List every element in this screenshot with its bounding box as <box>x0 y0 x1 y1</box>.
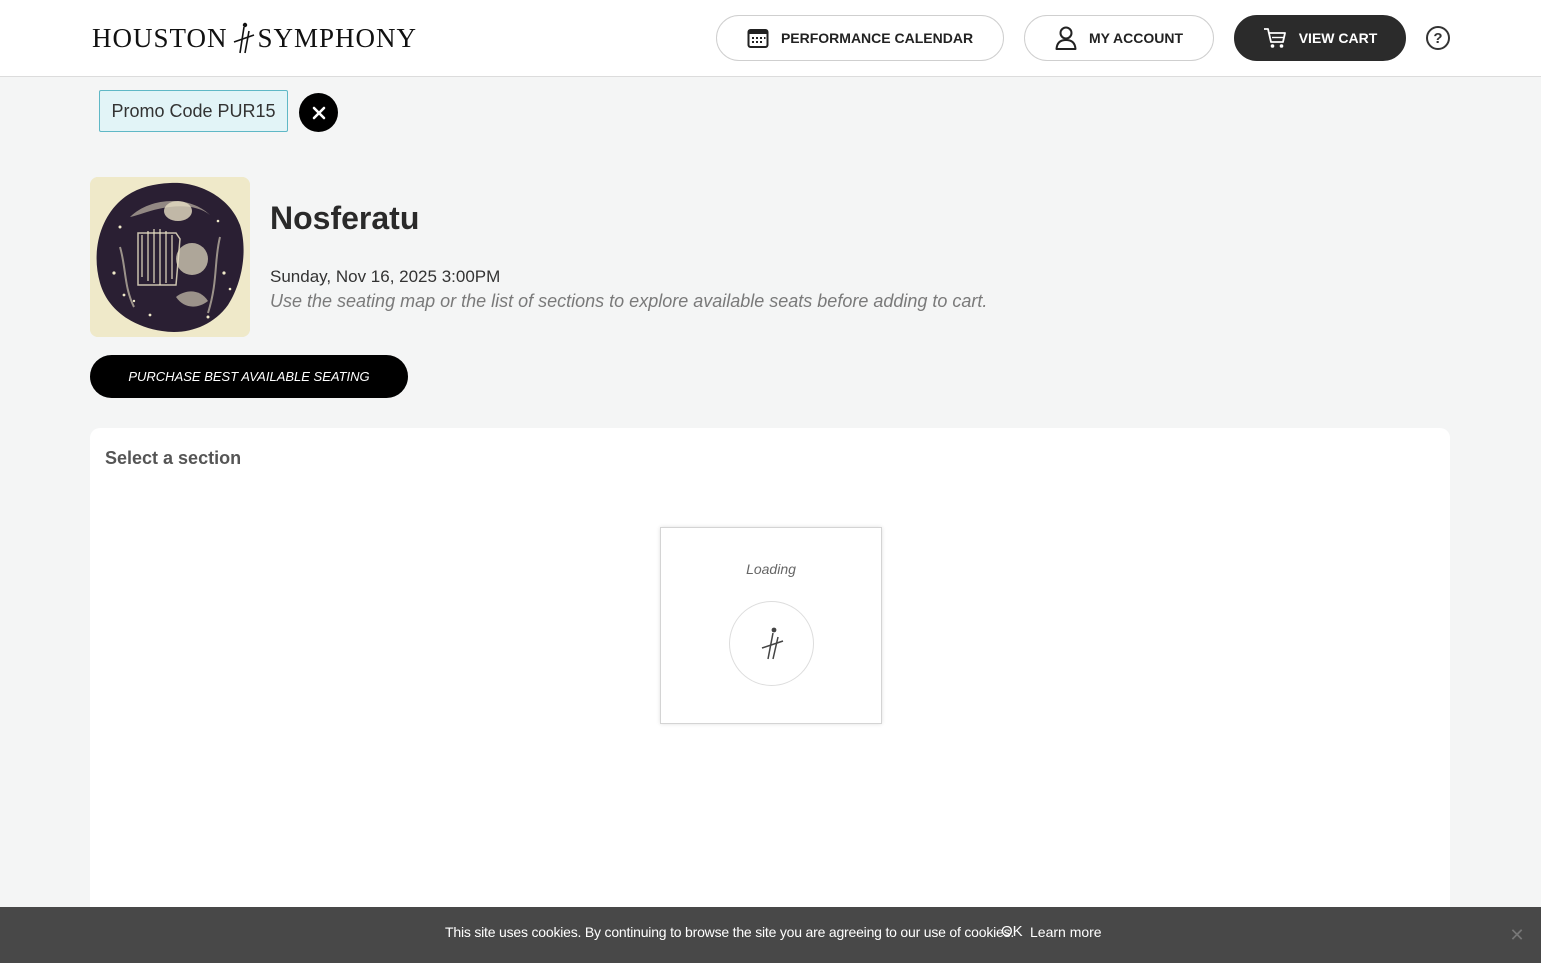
loading-indicator: Loading <box>660 527 882 724</box>
performance-calendar-button[interactable]: PERFORMANCE CALENDAR <box>716 15 1004 61</box>
view-cart-label: VIEW CART <box>1298 30 1378 46</box>
cookie-learn-more-link[interactable]: Learn more <box>1030 924 1102 940</box>
cookie-banner: This site uses cookies. By continuing to… <box>0 907 1541 963</box>
cart-icon <box>1263 28 1286 48</box>
close-icon[interactable]: ✕ <box>1508 926 1526 944</box>
close-icon <box>312 106 325 119</box>
event-title: Nosferatu <box>270 200 420 236</box>
view-cart-button[interactable]: VIEW CART <box>1234 15 1406 61</box>
houston-symphony-logo[interactable]: HOUSTON SYMPHONY <box>92 22 417 54</box>
promo-code-badge: Promo Code PUR15 <box>99 90 288 132</box>
event-date: Sunday, Nov 16, 2025 3:00PM <box>270 267 501 286</box>
cookie-ok-button[interactable]: OK <box>1001 923 1023 940</box>
logo-mark-icon <box>761 627 783 659</box>
site-header: HOUSTON SYMPHONY PERFORMANCE CALENDAR MY… <box>0 0 1541 77</box>
my-account-label: MY ACCOUNT <box>1088 30 1184 46</box>
loading-spinner <box>729 601 814 686</box>
remove-promo-button[interactable] <box>299 93 338 132</box>
select-section-heading: Select a section <box>105 448 242 468</box>
my-account-button[interactable]: MY ACCOUNT <box>1024 15 1214 61</box>
user-icon <box>1055 26 1077 50</box>
loading-label: Loading <box>746 561 796 577</box>
event-artwork-image <box>90 177 250 337</box>
logo-text-left: HOUSTON <box>92 22 228 53</box>
seating-instructions: Use the seating map or the list of secti… <box>270 291 988 311</box>
calendar-icon <box>747 29 769 48</box>
purchase-best-available-button[interactable]: PURCHASE BEST AVAILABLE SEATING <box>90 355 408 398</box>
section-selection-panel: Select a section Loading <box>90 428 1450 963</box>
help-icon[interactable]: ? <box>1426 26 1450 50</box>
cookie-message: This site uses cookies. By continuing to… <box>445 924 1015 940</box>
performance-calendar-label: PERFORMANCE CALENDAR <box>780 30 974 46</box>
logo-mark-icon <box>233 22 254 54</box>
logo-text-right: SYMPHONY <box>257 22 418 53</box>
